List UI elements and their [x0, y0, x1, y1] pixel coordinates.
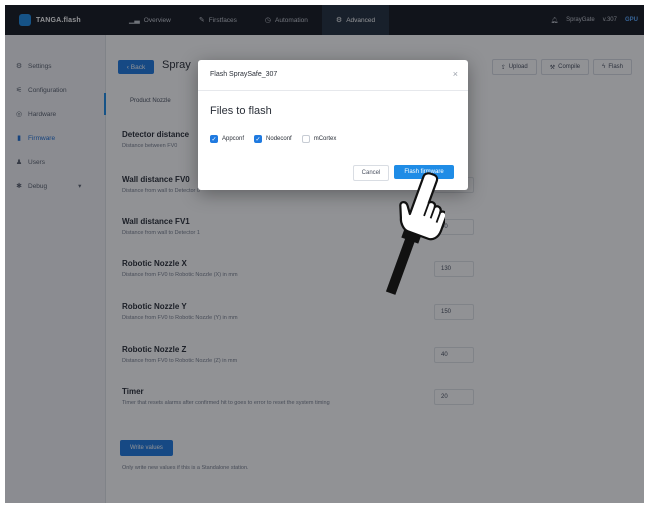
- checkbox-checked-icon: ✓: [254, 135, 263, 143]
- checkbox-label: mCortex: [313, 136, 337, 142]
- checkbox-mcortex[interactable]: mCortex: [301, 135, 337, 143]
- checkbox-appconf[interactable]: ✓ Appconf: [210, 135, 244, 143]
- checkbox-label: Appconf: [222, 136, 245, 142]
- checkbox-nodeconf[interactable]: ✓ Nodeconf: [254, 135, 292, 143]
- dialog-title: Flash SpraySafe_307: [210, 71, 278, 78]
- dialog-header: Flash SpraySafe_307 ×: [198, 60, 468, 91]
- checkbox-checked-icon: ✓: [210, 135, 218, 143]
- dialog-heading: Files to flash: [210, 105, 272, 117]
- checkbox-label: Nodeconf: [266, 136, 292, 142]
- close-icon[interactable]: ×: [453, 69, 458, 79]
- pointer-hand-icon: [385, 172, 445, 295]
- checkbox-unchecked-icon: [301, 135, 310, 143]
- app-window: TANGA.flash ▁▃ Overview ✎ Firstfaces ◷ A…: [5, 5, 644, 503]
- cancel-button[interactable]: Cancel: [353, 165, 389, 181]
- file-checkbox-group: ✓ Appconf ✓ Nodeconf mCortex: [210, 135, 336, 143]
